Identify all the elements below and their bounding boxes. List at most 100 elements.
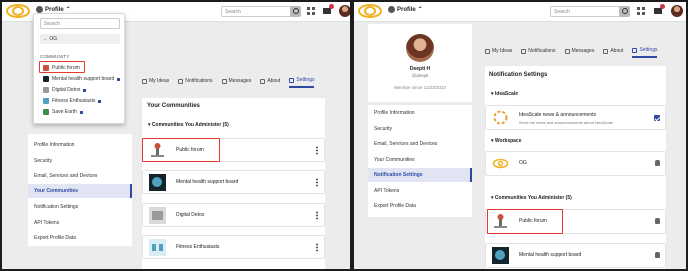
info-icon [260, 78, 266, 84]
search-button[interactable] [290, 6, 301, 17]
tab-settings[interactable]: Settings [632, 47, 658, 58]
search-button[interactable] [619, 6, 630, 17]
community-card[interactable]: Fitness Enthusiasts [142, 235, 325, 259]
lightbulb-icon [485, 48, 490, 54]
lightbulb-icon [142, 78, 147, 84]
grid-icon[interactable] [307, 7, 315, 15]
tab-messages[interactable]: Messages [564, 48, 594, 57]
fitness-icon [43, 98, 49, 104]
settings-sidebar: Profile Information Security Email, Serv… [28, 134, 132, 246]
profile-menu-label: Profile [45, 6, 64, 13]
top-search-input[interactable]: Search [550, 6, 624, 17]
tab-settings[interactable]: Settings [289, 77, 315, 88]
tab-my-ideas[interactable]: My Ideas [485, 48, 512, 57]
sidebar-item-profile-information[interactable]: Profile Information [368, 106, 472, 120]
admin-community-row: Mental health support board [485, 243, 666, 268]
user-icon [36, 6, 43, 13]
sidebar-item-your-communities[interactable]: Your Communities [368, 153, 472, 167]
notification-badge [329, 4, 334, 9]
ideascale-logo[interactable] [357, 3, 383, 19]
sidebar-item-notification-settings[interactable]: Notification Settings [368, 168, 472, 182]
more-options-icon[interactable] [316, 243, 318, 252]
highlight-box [39, 61, 85, 73]
dropdown-item-save-earth[interactable]: Save Earth [43, 109, 83, 115]
community-card[interactable]: Digital Detox [142, 203, 325, 227]
brain-icon [43, 76, 49, 82]
communities-panel: Your Communities Communities You Adminis… [142, 98, 325, 269]
ideascale-news-checkbox[interactable] [654, 115, 660, 121]
sidebar-item-notification-settings[interactable]: Notification Settings [28, 200, 132, 214]
ideascale-news-label: IdeaScale news & announcements [519, 112, 596, 118]
user-icon [388, 6, 395, 13]
community-card[interactable]: Mental health support board [142, 170, 325, 194]
chevron-icon: ⌃ [65, 7, 71, 13]
more-options-icon[interactable] [316, 146, 318, 155]
highlight-box [142, 138, 220, 162]
workspace-name: OG [519, 160, 527, 166]
sidebar-item-email-services[interactable]: Email, Services and Devices [28, 169, 132, 183]
user-avatar[interactable] [339, 5, 350, 17]
your-communities-title: Your Communities [147, 103, 200, 109]
detox-icon [149, 207, 166, 224]
brain-icon [149, 174, 166, 191]
bell-icon[interactable] [655, 218, 660, 224]
sidebar-item-email-services[interactable]: Email, Services and Devices [368, 137, 472, 151]
user-avatar[interactable] [671, 5, 683, 17]
top-search-input[interactable]: Search [221, 6, 295, 17]
dropdown-search-input[interactable]: Search [40, 18, 120, 29]
sidebar-item-export-profile-data[interactable]: Export Profile Data [368, 199, 472, 213]
tab-my-ideas[interactable]: My Ideas [142, 78, 169, 87]
sidebar-item-export-profile-data[interactable]: Export Profile Data [28, 231, 132, 245]
administer-group-toggle[interactable]: Communities You Administer (5) [148, 122, 229, 128]
profile-menu-button[interactable]: Profile ⌃ [388, 6, 423, 13]
chat-icon [564, 48, 570, 54]
tab-notifications[interactable]: Notifications [521, 48, 556, 57]
profile-menu-button[interactable]: Profile ⌃ [36, 6, 71, 13]
gear-icon [289, 77, 295, 83]
right-screenshot: Profile ⌃ Search Deepti H @deepti Member… [352, 0, 688, 271]
member-since: Member since 11/23/2023 [394, 85, 446, 90]
profile-name: Deepti H [409, 66, 431, 72]
bell-icon [521, 48, 527, 54]
settings-sidebar: Profile Information Security Email, Serv… [368, 105, 472, 217]
highlight-box [487, 209, 563, 234]
administer-group-toggle[interactable]: Communities You Administer (5) [491, 195, 572, 201]
sidebar-item-api-tokens[interactable]: API Tokens [368, 184, 472, 198]
profile-menu-label: Profile [397, 6, 416, 13]
tab-about[interactable]: About [260, 78, 280, 87]
sidebar-item-api-tokens[interactable]: API Tokens [28, 216, 132, 230]
bell-icon[interactable] [655, 160, 660, 166]
admin-community-name: Mental health support board [519, 252, 582, 258]
lock-icon [98, 100, 102, 103]
ideascale-logo[interactable] [5, 3, 31, 19]
dropdown-item-mental-health[interactable]: Mental health support board [43, 76, 121, 82]
lock-icon [83, 89, 87, 92]
ideascale-group-toggle[interactable]: IdeaScale [491, 91, 518, 97]
og-workspace-logo [492, 158, 509, 169]
profile-username: @deepti [411, 73, 429, 78]
sidebar-item-security[interactable]: Security [368, 122, 472, 136]
community-name: Digital Detox [176, 212, 205, 218]
sidebar-item-profile-information[interactable]: Profile Information [28, 138, 132, 152]
tab-messages[interactable]: Messages [221, 78, 251, 87]
workspace-back-button[interactable]: ← OG [40, 34, 120, 44]
profile-tabs: My Ideas Notifications Messages About Se… [485, 47, 658, 58]
profile-tabs: My Ideas Notifications Messages About Se… [142, 77, 315, 88]
tab-notifications[interactable]: Notifications [178, 78, 213, 87]
dropdown-item-fitness[interactable]: Fitness Enthusiasts [43, 98, 102, 104]
detox-icon [43, 87, 49, 93]
more-options-icon[interactable] [316, 178, 318, 187]
profile-dropdown: Search ← OG COMMUNITY Public forum Menta… [33, 13, 125, 124]
sidebar-item-your-communities[interactable]: Your Communities [28, 184, 132, 198]
chat-icon [221, 78, 227, 84]
grid-icon[interactable] [637, 7, 645, 15]
sidebar-item-security[interactable]: Security [28, 154, 132, 168]
dropdown-item-digital-detox[interactable]: Digital Detox [43, 87, 87, 93]
bell-icon[interactable] [655, 252, 660, 258]
brain-icon [492, 247, 509, 264]
more-options-icon[interactable] [316, 211, 318, 220]
workspace-row: OG [485, 151, 666, 176]
tab-about[interactable]: About [603, 48, 623, 57]
workspace-group-toggle[interactable]: Workspace [491, 138, 522, 144]
community-caption: COMMUNITY [40, 54, 70, 59]
